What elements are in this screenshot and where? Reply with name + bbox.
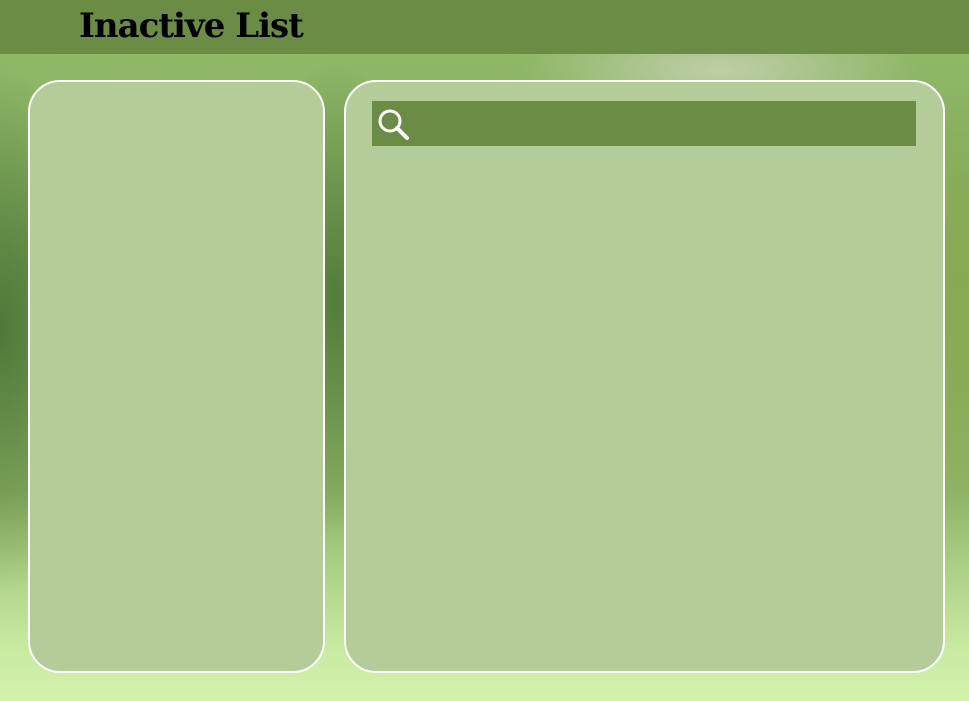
search-icon[interactable] <box>376 107 410 141</box>
header-bar: Inactive List <box>0 0 969 54</box>
page-title: Inactive List <box>79 6 304 46</box>
details-panel <box>344 80 945 673</box>
inactive-list-panel <box>28 80 325 673</box>
search-bar[interactable] <box>372 101 916 146</box>
search-input[interactable] <box>416 101 906 146</box>
